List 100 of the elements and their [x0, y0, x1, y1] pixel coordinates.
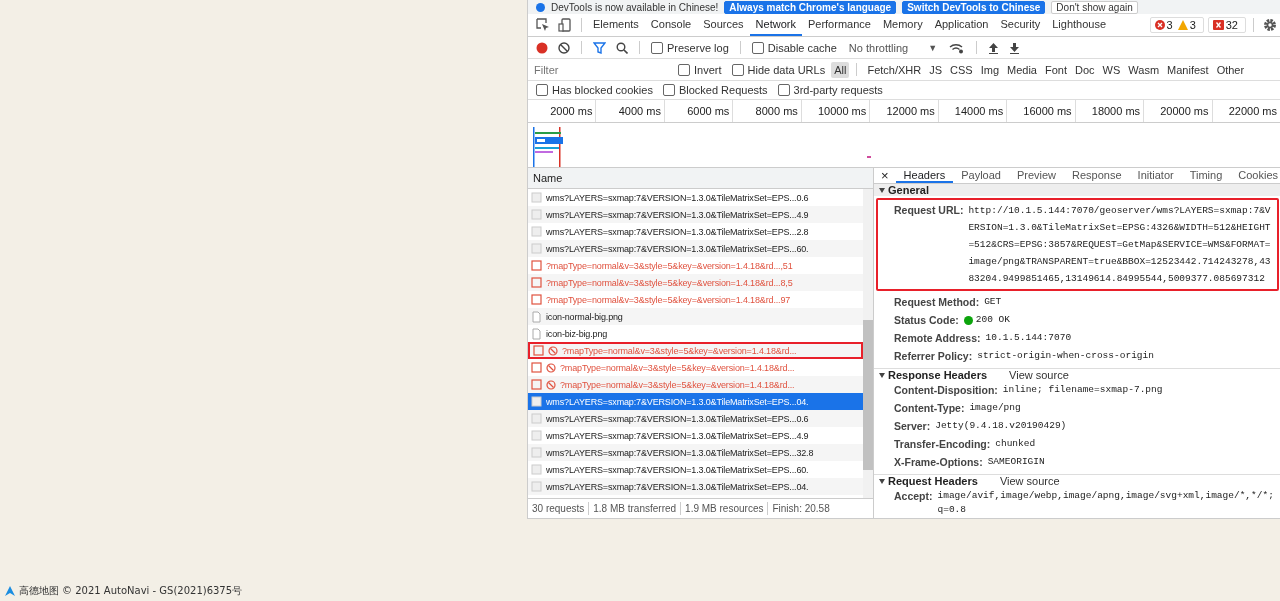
type-filter-button[interactable]: Wasm — [1125, 61, 1163, 78]
request-row[interactable]: wms?LAYERS=sxmap:7&VERSION=1.3.0&TileMatrixSet=EPS...4.9 — [528, 427, 863, 444]
checkbox-label[interactable]: Blocked Requests — [678, 84, 768, 96]
file-icon — [531, 310, 542, 323]
details-tab[interactable]: Cookies — [1230, 168, 1280, 183]
expand-triangle-icon[interactable] — [879, 187, 885, 193]
request-row[interactable]: wms?LAYERS=sxmap:7&VERSION=1.3.0&TileMatrixSet=EPS...0.6 — [528, 189, 863, 206]
details-tab[interactable]: Timing — [1181, 168, 1231, 183]
request-row[interactable]: wms?LAYERS=sxmap:7&VERSION=1.3.0&TileMatrixSet=EPS...60. — [528, 461, 863, 478]
panel-tab[interactable]: Application — [928, 14, 995, 36]
checkbox-label[interactable]: Preserve log — [667, 41, 729, 54]
request-row[interactable]: wms?LAYERS=sxmap:7&VERSION=1.3.0&TileMatrixSet=EPS...0.6 — [528, 410, 863, 427]
panel-tab[interactable]: Network — [749, 14, 802, 36]
column-header[interactable]: Name — [528, 168, 873, 189]
request-row[interactable]: wms?LAYERS=sxmap:7&VERSION=1.3.0&TileMatrixSet=EPS...04. — [528, 478, 863, 495]
upload-icon[interactable] — [988, 41, 1000, 54]
header-name: Accept: — [894, 489, 933, 503]
type-filter-button[interactable]: Fetch/XHR — [864, 61, 925, 78]
request-name: wms?LAYERS=sxmap:7&VERSION=1.3.0&TileMatrixSet=EPS...60. — [546, 464, 809, 475]
scrollbar[interactable] — [863, 189, 873, 498]
request-row[interactable]: wms?LAYERS=sxmap:7&VERSION=1.3.0&TileMatrixSet=EPS...04. — [528, 393, 863, 410]
checkbox[interactable] — [678, 63, 690, 76]
type-filter-button[interactable]: Font — [1042, 61, 1070, 78]
download-icon[interactable] — [1009, 41, 1021, 54]
panel-tab[interactable]: Security — [994, 14, 1047, 36]
tick-label: 22000 ms — [1228, 105, 1277, 117]
request-row[interactable]: wms?LAYERS=sxmap:7&VERSION=1.3.0&TileMatrixSet=EPS...4.9 — [528, 206, 863, 223]
inspect-icon[interactable] — [536, 18, 550, 32]
type-filter-button[interactable]: Manifest — [1164, 61, 1212, 78]
checkbox[interactable] — [777, 84, 790, 96]
type-filter-button[interactable]: All — [831, 61, 850, 78]
checkbox[interactable] — [662, 84, 675, 96]
type-filter-button[interactable]: Doc — [1072, 61, 1098, 78]
checkbox-label[interactable]: Hide data URLs — [747, 63, 826, 76]
checkbox[interactable] — [651, 41, 663, 54]
settings-icon[interactable] — [1263, 18, 1277, 32]
panel-tab[interactable]: Console — [644, 14, 698, 36]
panel-tab[interactable]: Performance — [801, 14, 877, 36]
request-row[interactable]: ?mapType=normal&v=3&style=5&key=&version=1.4.18&rd...,51 — [528, 257, 863, 274]
clear-icon[interactable] — [558, 41, 570, 54]
header-name: Status Code: — [894, 313, 959, 327]
request-row[interactable]: icon-biz-big.png — [528, 325, 863, 342]
request-row[interactable]: icon-normal-big.png — [528, 308, 863, 325]
record-icon[interactable] — [536, 41, 548, 54]
type-filter-button[interactable]: Other — [1213, 61, 1248, 78]
request-row[interactable]: ?mapType=normal&v=3&style=5&key=&version=1.4.18&rd... — [528, 376, 863, 393]
request-row[interactable]: ?mapType=normal&v=3&style=5&key=&version=1.4.18&rd...8,5 — [528, 274, 863, 291]
scrollbar-thumb[interactable] — [863, 320, 873, 470]
details-tab[interactable]: Preview — [1008, 168, 1065, 183]
checkbox[interactable] — [751, 41, 764, 54]
info-bar-button[interactable]: Don't show again — [1051, 0, 1138, 14]
request-row[interactable]: wms?LAYERS=sxmap:7&VERSION=1.3.0&TileMatrixSet=EPS...32.8 — [528, 444, 863, 461]
details-tab[interactable]: Payload — [953, 168, 1009, 183]
panel-tab[interactable]: Lighthouse — [1046, 14, 1113, 36]
blocked-icon — [548, 345, 558, 356]
close-button[interactable]: × — [874, 168, 896, 183]
warning-count: 3 — [1189, 19, 1196, 31]
file-icon — [531, 378, 542, 391]
panel-tab[interactable]: Sources — [697, 14, 750, 36]
info-bar-button[interactable]: Switch DevTools to Chinese — [902, 0, 1046, 14]
request-row[interactable]: ?mapType=normal&v=3&style=5&key=&version=1.4.18&rd...97 — [528, 291, 863, 308]
warning-icon — [1177, 20, 1188, 30]
type-filter-button[interactable]: Media — [1004, 61, 1040, 78]
request-row[interactable]: wms?LAYERS=sxmap:7&VERSION=1.3.0&TileMatrixSet=EPS...60. — [528, 240, 863, 257]
type-filter-button[interactable]: WS — [1099, 61, 1124, 78]
console-counts[interactable]: 3 3 — [1149, 17, 1204, 33]
checkbox[interactable] — [731, 63, 744, 76]
type-filter-button[interactable]: JS — [926, 61, 946, 78]
section-title[interactable]: General — [888, 184, 929, 196]
panel-tab[interactable]: Memory — [876, 14, 929, 36]
section-title[interactable]: Request Headers — [888, 475, 978, 487]
checkbox-label[interactable]: 3rd-party requests — [793, 84, 883, 96]
throttling-select[interactable]: No throttling ▼ — [848, 41, 938, 54]
header-name: Server: — [894, 419, 931, 433]
checkbox-label[interactable]: Disable cache — [767, 41, 837, 54]
checkbox[interactable] — [536, 84, 548, 96]
panel-tab[interactable]: Elements — [587, 14, 645, 36]
expand-triangle-icon[interactable] — [879, 372, 885, 378]
issue-icon — [1212, 20, 1224, 30]
request-row[interactable]: ?mapType=normal&v=3&style=5&key=&version=1.4.18&rd... — [528, 359, 863, 376]
info-bar-button[interactable]: Always match Chrome's language — [724, 0, 897, 14]
request-row[interactable]: wms?LAYERS=sxmap:7&VERSION=1.3.0&TileMatrixSet=EPS...2.8 — [528, 223, 863, 240]
checkbox-label[interactable]: Invert — [694, 63, 722, 76]
filter-icon[interactable] — [593, 41, 606, 54]
view-source-link[interactable]: View source — [999, 475, 1060, 487]
details-tab[interactable]: Response — [1064, 168, 1130, 183]
search-icon[interactable] — [616, 41, 628, 54]
request-row[interactable]: ?mapType=normal&v=3&style=5&key=&version=1.4.18&rd... — [528, 342, 863, 359]
expand-triangle-icon[interactable] — [879, 478, 885, 484]
checkbox-label[interactable]: Has blocked cookies — [552, 84, 653, 96]
type-filter-button[interactable]: CSS — [947, 61, 976, 78]
section-title[interactable]: Response Headers — [888, 369, 988, 381]
request-name: wms?LAYERS=sxmap:7&VERSION=1.3.0&TileMatrixSet=EPS...2.8 — [546, 226, 809, 237]
wifi-gear-icon[interactable] — [949, 41, 966, 54]
type-filter-button[interactable]: Img — [977, 61, 1002, 78]
tick-label: 6000 ms — [687, 105, 730, 117]
issues-counter[interactable]: 32 — [1207, 17, 1246, 33]
details-tab[interactable]: Initiator — [1129, 168, 1182, 183]
view-source-link[interactable]: View source — [1009, 369, 1069, 381]
device-icon[interactable] — [558, 18, 572, 32]
